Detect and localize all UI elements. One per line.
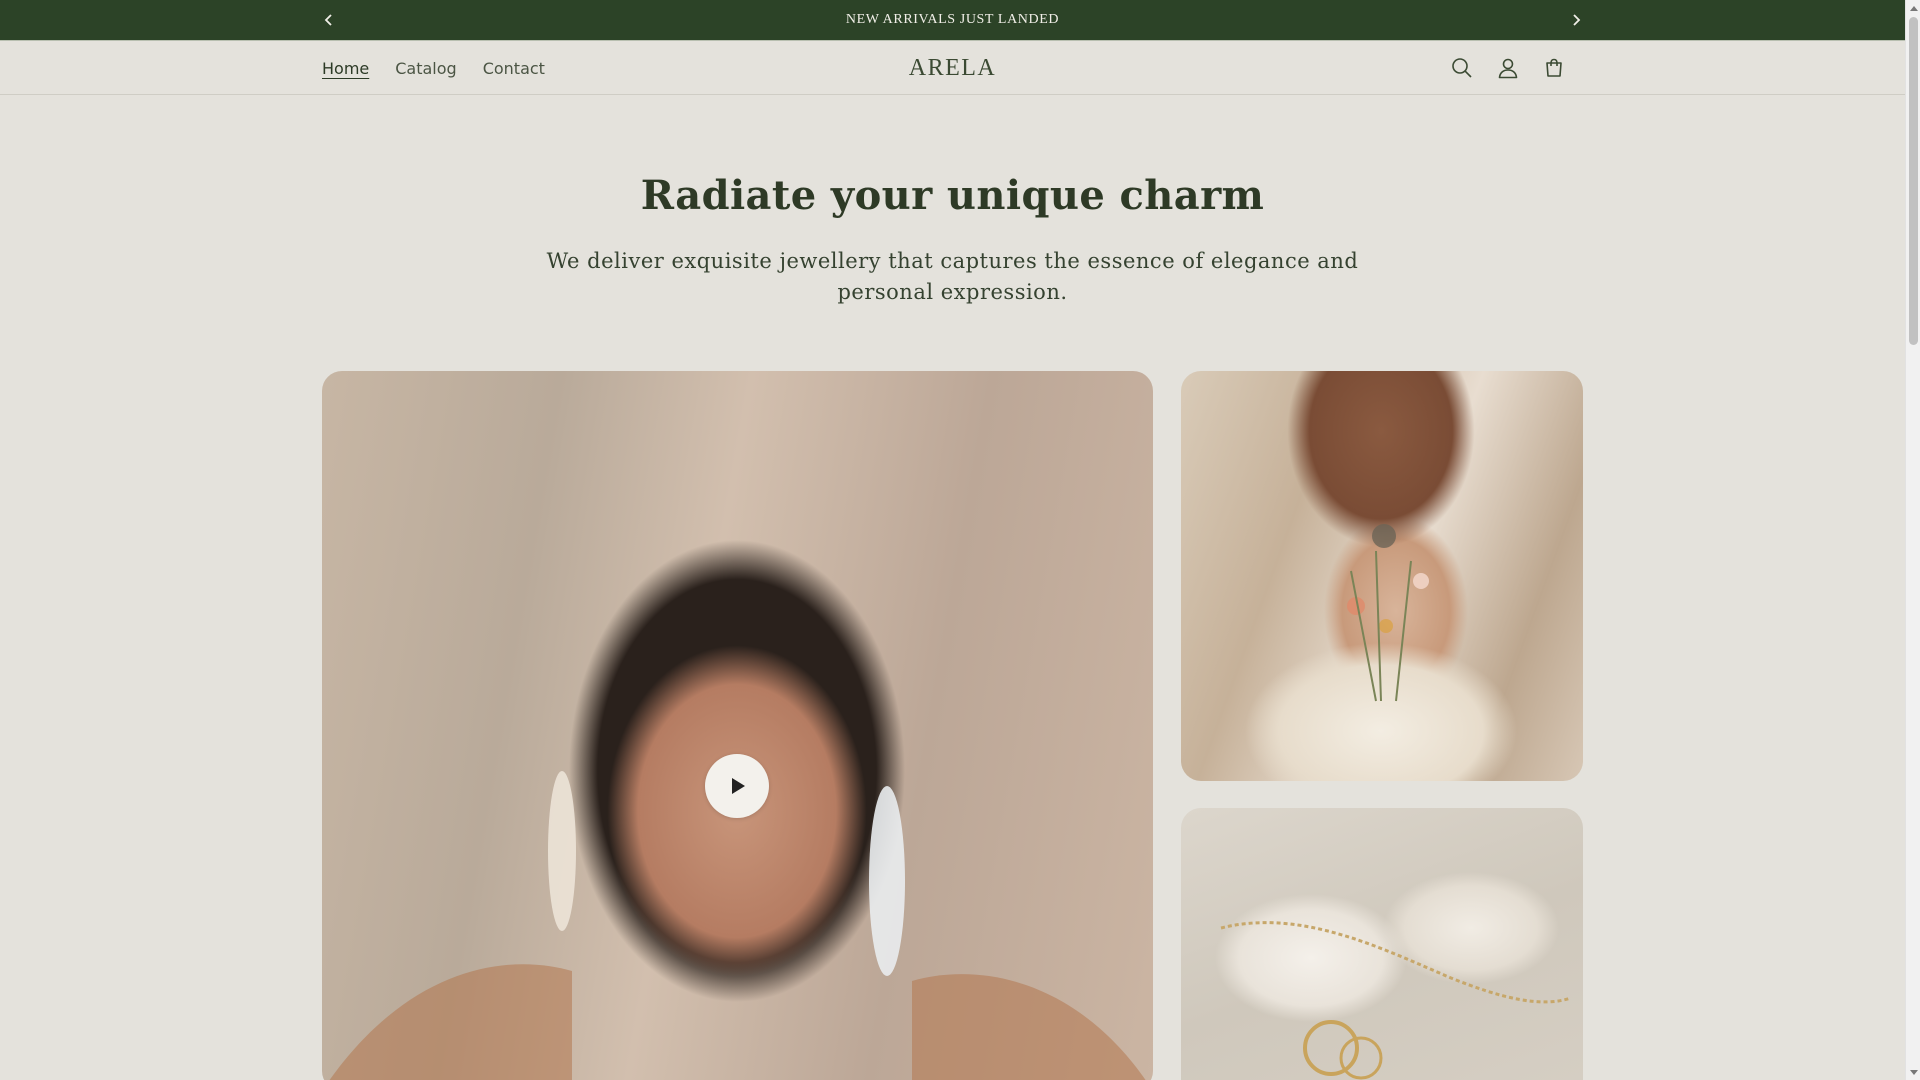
scroll-down-icon bbox=[1909, 1069, 1918, 1075]
announcement-text: NEW ARRIVALS JUST LANDED bbox=[845, 12, 1060, 27]
play-video-button[interactable] bbox=[705, 754, 769, 818]
site-logo[interactable]: ARELA bbox=[0, 41, 1905, 95]
account-icon bbox=[1498, 58, 1518, 79]
announcement-next-button[interactable] bbox=[1564, 8, 1588, 32]
account-button[interactable] bbox=[1494, 54, 1522, 82]
play-icon bbox=[732, 778, 745, 794]
announcement-bar: NEW ARRIVALS JUST LANDED bbox=[0, 0, 1905, 41]
scroll-thumb[interactable] bbox=[1909, 17, 1918, 345]
scroll-up-button[interactable] bbox=[1906, 0, 1920, 15]
page-scrollbar[interactable] bbox=[1905, 0, 1920, 1080]
scroll-up-icon bbox=[1909, 5, 1918, 11]
site-header: Home Catalog Contact ARELA bbox=[0, 41, 1905, 95]
chevron-right-icon bbox=[1573, 14, 1581, 26]
hero-title: Radiate your unique charm bbox=[640, 172, 1265, 219]
search-icon bbox=[1452, 58, 1472, 78]
nav-catalog[interactable]: Catalog bbox=[395, 59, 456, 78]
header-icons bbox=[1448, 41, 1568, 95]
announcement-prev-button[interactable] bbox=[317, 8, 341, 32]
chevron-left-icon bbox=[324, 14, 332, 26]
flowers-image-detail bbox=[1347, 524, 1429, 702]
cart-icon bbox=[1546, 58, 1562, 77]
cart-button[interactable] bbox=[1540, 54, 1568, 82]
nav-home[interactable]: Home bbox=[322, 59, 369, 78]
chain-bracelets-image bbox=[1181, 808, 1583, 1080]
main-nav: Home Catalog Contact bbox=[322, 41, 545, 95]
hero-video[interactable] bbox=[322, 371, 1153, 1080]
hero-subtitle: We deliver exquisite jewellery that capt… bbox=[546, 249, 1359, 304]
flowers-ring-image bbox=[1181, 371, 1583, 781]
portrait-image bbox=[329, 771, 1146, 1080]
scroll-down-button[interactable] bbox=[1906, 1065, 1920, 1080]
nav-contact[interactable]: Contact bbox=[483, 59, 545, 78]
search-button[interactable] bbox=[1448, 54, 1476, 82]
bracelet-image-detail bbox=[1220, 921, 1572, 1080]
